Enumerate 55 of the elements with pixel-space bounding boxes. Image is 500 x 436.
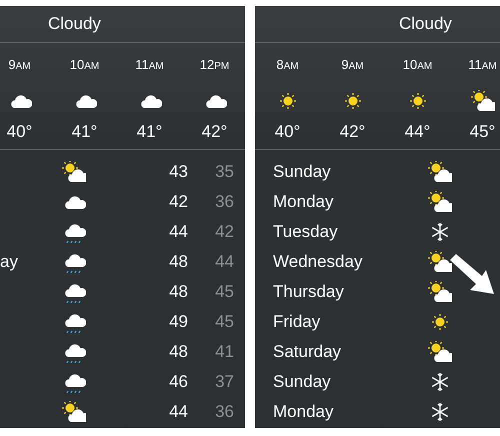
hour-label: 9AM [341,57,364,72]
day-name: ay [0,252,19,272]
low-temperature: 36 [214,402,234,422]
temperature: 44° [404,122,430,142]
hour-label: 8AM [276,57,299,72]
sun-cloud-icon [428,161,452,183]
low-temperature: 45 [214,282,234,302]
day-name: Sunday [273,162,332,182]
sun-cloud-icon [428,251,452,273]
day-name: Tuesday [273,222,339,242]
high-temperature: 48 [168,342,188,362]
hour-label: 12PM [200,57,230,72]
day-name: Thursday [273,282,345,302]
high-temperature: 44 [168,222,188,242]
day-name: Sunday [273,372,332,392]
hour-label: 10AM [70,57,100,72]
day-name: Friday [273,312,322,332]
high-temperature: 46 [168,372,188,392]
low-temperature: 36 [214,192,234,212]
sun-cloud-icon [62,161,86,183]
high-temperature: 42 [168,192,188,212]
temperature: 40° [6,122,32,142]
temperature: 45° [470,122,496,142]
low-temperature: 44 [214,252,234,272]
annotation-arrow [450,254,494,294]
low-temperature: 45 [214,312,234,332]
temperature: 42° [340,122,366,142]
sun-cloud-icon [428,191,452,213]
sun-cloud-icon [428,281,452,303]
low-temperature: 37 [214,372,234,392]
temperature: 41° [72,122,98,142]
hour-label: 11AM [468,57,497,72]
day-name: Monday [273,192,334,212]
hour-label: 9AM [8,57,31,72]
high-temperature: 48 [168,252,188,272]
temperature: 40° [274,122,300,142]
hour-label: 11AM [135,57,164,72]
low-temperature: 41 [214,342,234,362]
high-temperature: 49 [168,312,188,332]
hour-label: 10AM [402,57,432,72]
day-name: Saturday [273,342,342,362]
high-temperature: 43 [168,162,188,182]
high-temperature: 44 [168,402,188,422]
sun-cloud-icon [428,341,452,363]
day-name: Wednesday [273,252,364,272]
condition-label: Cloudy [399,14,452,34]
sun-cloud-icon [470,90,494,112]
day-name: Monday [273,402,334,422]
condition-label: Cloudy [48,14,101,34]
temperature: 41° [136,122,162,142]
sun-cloud-icon [62,401,86,423]
temperature: 42° [202,122,228,142]
high-temperature: 48 [168,282,188,302]
low-temperature: 42 [214,222,234,242]
low-temperature: 35 [214,162,234,182]
